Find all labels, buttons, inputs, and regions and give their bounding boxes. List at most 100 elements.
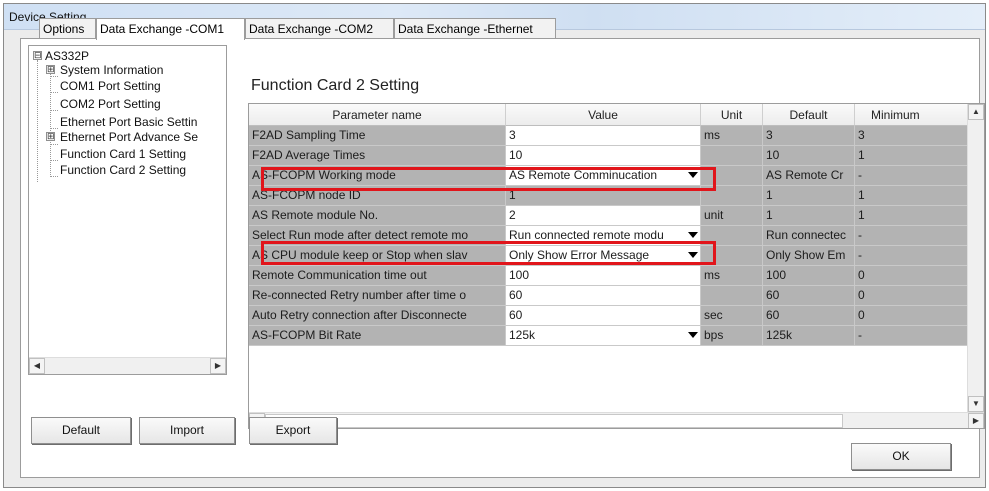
cell-minimum: 1 (855, 186, 969, 206)
cell-value: 1 (506, 186, 701, 206)
column-header-default[interactable]: Default (763, 104, 855, 126)
tab-data-exchange-com1[interactable]: Data Exchange -COM1 (96, 18, 245, 40)
cell-parameter-name-text: AS CPU module keep or Stop when slav (252, 248, 468, 262)
cell-parameter-name: AS CPU module keep or Stop when slav (249, 246, 506, 266)
cell-parameter-name-text: Select Run mode after detect remote mo (252, 228, 469, 242)
cell-unit-text: unit (704, 208, 724, 222)
cell-unit (701, 166, 763, 186)
column-header-parameter-name[interactable]: Parameter name (249, 104, 506, 126)
cell-parameter-name: AS-FCOPM Working mode (249, 166, 506, 186)
dropdown-arrow-icon[interactable] (688, 172, 698, 178)
dropdown-arrow-icon[interactable] (688, 252, 698, 258)
tree-item-function-card-2[interactable]: Function Card 2 Setting (60, 163, 186, 177)
cell-minimum-text: 1 (858, 188, 865, 202)
cell-unit (701, 226, 763, 246)
dropdown-arrow-icon[interactable] (688, 332, 698, 338)
import-button[interactable]: Import (139, 417, 235, 444)
cell-default: Only Show Em (763, 246, 855, 266)
cell-unit (701, 186, 763, 206)
dropdown-arrow-icon[interactable] (688, 232, 698, 238)
scroll-right-icon[interactable]: ▶ (210, 358, 226, 374)
cell-value[interactable]: 60 (506, 306, 701, 326)
cell-value[interactable]: Only Show Error Message (506, 246, 701, 266)
cell-unit-text: ms (704, 128, 720, 142)
cell-parameter-name: Remote Communication time out (249, 266, 506, 286)
cell-parameter-name: F2AD Average Times (249, 146, 506, 166)
device-setting-window: Device Setting Options Data Exchange -CO… (3, 3, 986, 488)
expand-system-information-icon[interactable]: ⊞ (46, 65, 55, 74)
collapse-root-icon[interactable]: ⊟ (33, 51, 42, 60)
tree-item-system-information[interactable]: System Information (60, 63, 163, 77)
scroll-left-icon[interactable]: ◀ (29, 358, 45, 374)
table-row: AS-FCOPM Bit Rate 125k bps 125k - (249, 326, 969, 346)
cell-value-text: 3 (509, 128, 516, 142)
cell-parameter-name: Select Run mode after detect remote mo (249, 226, 506, 246)
cell-parameter-name-text: Remote Communication time out (252, 268, 427, 282)
scroll-down-icon[interactable]: ▼ (968, 396, 984, 412)
default-button[interactable]: Default (31, 417, 131, 444)
table-row: AS-FCOPM node ID 1 1 1 (249, 186, 969, 206)
cell-parameter-name: AS Remote module No. (249, 206, 506, 226)
cell-value[interactable]: 125k (506, 326, 701, 346)
cell-value[interactable]: AS Remote Comminucation (506, 166, 701, 186)
cell-minimum-text: 1 (858, 208, 865, 222)
tree-item-ethernet-port-basic[interactable]: Ethernet Port Basic Settin (60, 115, 197, 129)
cell-parameter-name: AS-FCOPM Bit Rate (249, 326, 506, 346)
cell-unit: sec (701, 306, 763, 326)
column-header-unit[interactable]: Unit (701, 104, 763, 126)
cell-default: 1 (763, 186, 855, 206)
cell-default-text: 10 (766, 148, 780, 162)
cell-parameter-name-text: AS Remote module No. (252, 208, 379, 222)
tab-data-exchange-com2[interactable]: Data Exchange -COM2 (245, 18, 394, 38)
tab-options[interactable]: Options (39, 18, 96, 38)
parameter-grid: Parameter name Value Unit Default Minimu… (248, 103, 985, 429)
cell-minimum: 1 (855, 206, 969, 226)
cell-value[interactable]: 10 (506, 146, 701, 166)
grid-scroll-right-icon[interactable]: ▶ (968, 413, 984, 428)
device-tree[interactable]: ⊟ AS332P ⊞ System Information COM1 Port … (28, 45, 227, 375)
cell-parameter-name-text: Auto Retry connection after Disconnecte (252, 308, 467, 322)
cell-default-text: 60 (766, 308, 780, 322)
tree-item-com2-port-setting[interactable]: COM2 Port Setting (60, 97, 161, 111)
cell-value[interactable]: Run connected remote modu (506, 226, 701, 246)
cell-default: Run connectec (763, 226, 855, 246)
cell-minimum: 0 (855, 286, 969, 306)
cell-unit: ms (701, 126, 763, 146)
scroll-up-icon[interactable]: ▲ (968, 104, 984, 120)
cell-default-text: 125k (766, 328, 793, 342)
cell-minimum-text: 0 (858, 308, 865, 322)
table-row: F2AD Sampling Time 3 ms 3 3 (249, 126, 969, 146)
cell-value[interactable]: 60 (506, 286, 701, 306)
cell-value-text: 60 (509, 288, 523, 302)
cell-parameter-name-text: F2AD Average Times (252, 148, 366, 162)
ok-button[interactable]: OK (851, 443, 951, 470)
grid-horizontal-scrollbar[interactable]: ◀ ▶ (249, 412, 984, 428)
cell-value-text: 10 (509, 148, 523, 162)
cell-value-text: 2 (509, 208, 516, 222)
tree-item-com1-port-setting[interactable]: COM1 Port Setting (60, 79, 161, 93)
column-header-minimum[interactable]: Minimum (855, 104, 969, 126)
cell-value[interactable]: 100 (506, 266, 701, 286)
cell-minimum: 0 (855, 306, 969, 326)
grid-vertical-scrollbar[interactable]: ▲ ▼ (967, 104, 984, 412)
table-row: Select Run mode after detect remote mo Ru… (249, 226, 969, 246)
grid-scroll-thumb[interactable] (265, 414, 843, 428)
cell-value[interactable]: 2 (506, 206, 701, 226)
cell-minimum-text: 0 (858, 268, 865, 282)
tree-item-as332p[interactable]: AS332P (45, 49, 89, 63)
expand-ethernet-advance-icon[interactable]: ⊞ (46, 132, 55, 141)
column-header-value[interactable]: Value (506, 104, 701, 126)
tab-panel: ⊟ AS332P ⊞ System Information COM1 Port … (20, 38, 985, 478)
cell-default-text: AS Remote Cr (766, 168, 844, 182)
cell-value-text: 125k (509, 328, 536, 342)
tab-data-exchange-ethernet[interactable]: Data Exchange -Ethernet (394, 18, 556, 38)
cell-default-text: Only Show Em (766, 248, 846, 262)
cell-parameter-name-text: AS-FCOPM Bit Rate (252, 328, 362, 342)
cell-default-text: Run connectec (766, 228, 847, 242)
cell-default-text: 60 (766, 288, 780, 302)
tree-horizontal-scrollbar[interactable]: ◀ ▶ (29, 357, 226, 374)
export-button[interactable]: Export (249, 417, 337, 444)
tree-item-ethernet-port-advance[interactable]: Ethernet Port Advance Se (60, 130, 198, 144)
cell-value[interactable]: 3 (506, 126, 701, 146)
tree-item-function-card-1[interactable]: Function Card 1 Setting (60, 147, 186, 161)
